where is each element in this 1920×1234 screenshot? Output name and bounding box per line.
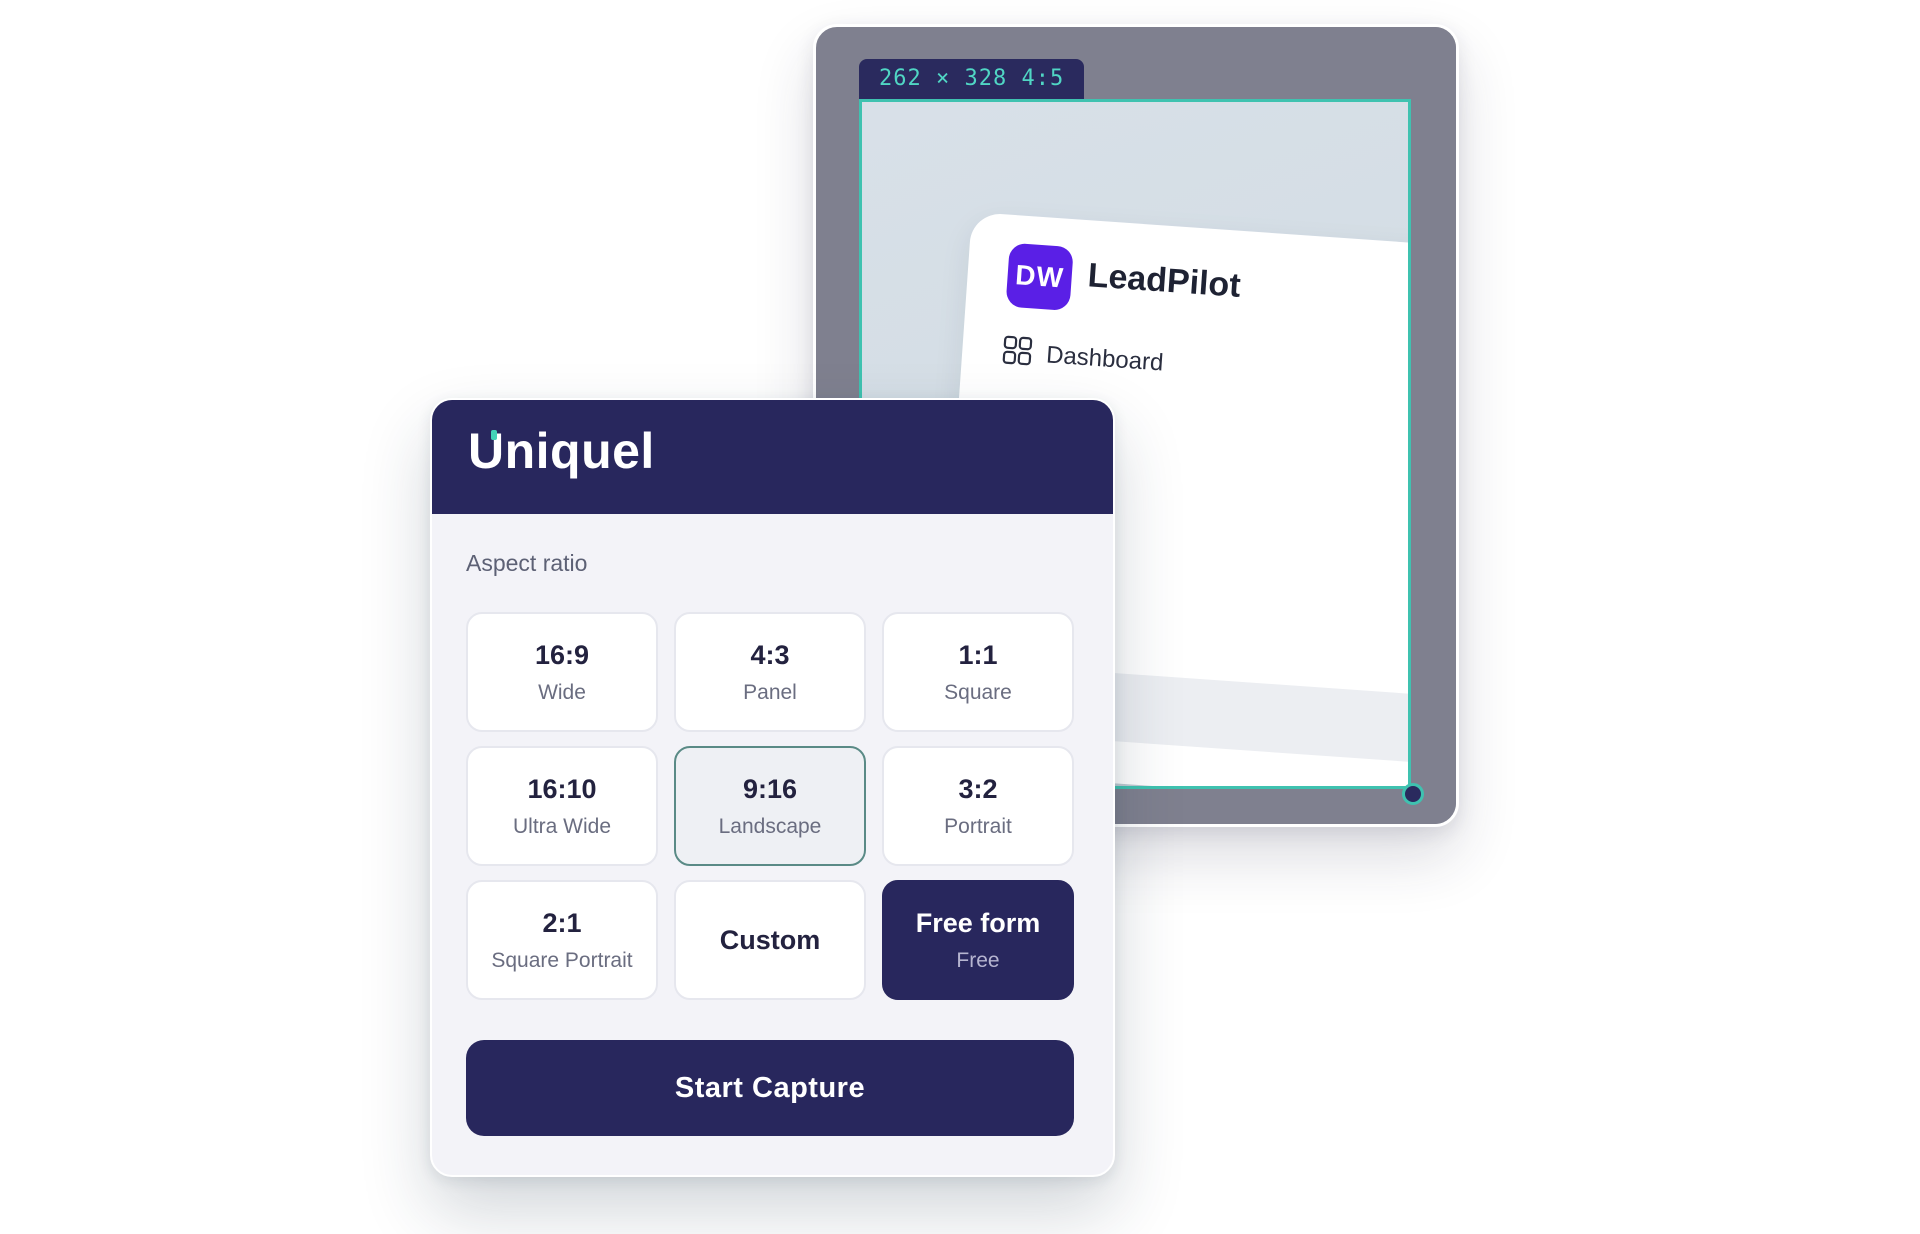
resize-handle[interactable] — [1402, 783, 1424, 805]
ratio-subtitle: Square — [944, 680, 1012, 704]
ratio-subtitle: Landscape — [718, 814, 822, 838]
ratio-option-9-16[interactable]: 9:16 Landscape — [674, 746, 866, 866]
ratio-value: Custom — [719, 924, 821, 955]
ratio-option-free-form[interactable]: Free form Free — [882, 880, 1074, 1000]
ratio-option-4-3[interactable]: 4:3 Panel — [674, 612, 866, 732]
dashboard-grid-icon — [1001, 334, 1034, 373]
ratio-subtitle: Wide — [538, 680, 586, 704]
ratio-value: 1:1 — [958, 639, 998, 670]
ratio-subtitle: Ultra Wide — [512, 814, 612, 838]
ratio-value: 16:9 — [534, 639, 590, 670]
popup-header: Uniquel — [432, 400, 1113, 514]
nav-label: Dashboard — [1045, 341, 1165, 377]
ratio-option-1-1[interactable]: 1:1 Square — [882, 612, 1074, 732]
ratio-option-16-10[interactable]: 16:10 Ultra Wide — [466, 746, 658, 866]
app-name: LeadPilot — [1086, 256, 1242, 305]
brand-accent-mark — [491, 430, 497, 440]
ratio-subtitle: Square Portrait — [491, 948, 633, 972]
nav-item-dashboard: Dashboard — [1001, 334, 1165, 382]
capture-popup: Uniquel Aspect ratio 16:9 Wide 4:3 Panel… — [430, 398, 1115, 1177]
aspect-ratio-label: Aspect ratio — [466, 550, 588, 576]
ratio-value: 4:3 — [750, 639, 790, 670]
ratio-value: 9:16 — [742, 773, 798, 804]
ratio-value: 16:10 — [527, 773, 597, 804]
ratio-value: 2:1 — [542, 907, 582, 938]
ratio-option-16-9[interactable]: 16:9 Wide — [466, 612, 658, 732]
ratio-subtitle: Panel — [743, 680, 797, 704]
ratio-subtitle: Portrait — [944, 814, 1012, 838]
app-logo: DW — [1005, 242, 1074, 312]
ratio-option-3-2[interactable]: 3:2 Portrait — [882, 746, 1074, 866]
size-readout: 262 × 328 4:5 — [859, 59, 1085, 99]
start-capture-button[interactable]: Start Capture — [466, 1040, 1074, 1136]
ratio-option-2-1[interactable]: 2:1 Square Portrait — [466, 880, 658, 1000]
ratio-subtitle: Free — [956, 948, 1000, 972]
outside-selection-shade — [1416, 27, 1456, 824]
ratio-option-custom[interactable]: Custom — [674, 880, 866, 1000]
aspect-ratio-grid: 16:9 Wide 4:3 Panel 1:1 Square 16:10 Ult… — [466, 612, 1074, 1000]
ratio-value: Free form — [915, 907, 1041, 938]
ratio-value: 3:2 — [958, 773, 998, 804]
